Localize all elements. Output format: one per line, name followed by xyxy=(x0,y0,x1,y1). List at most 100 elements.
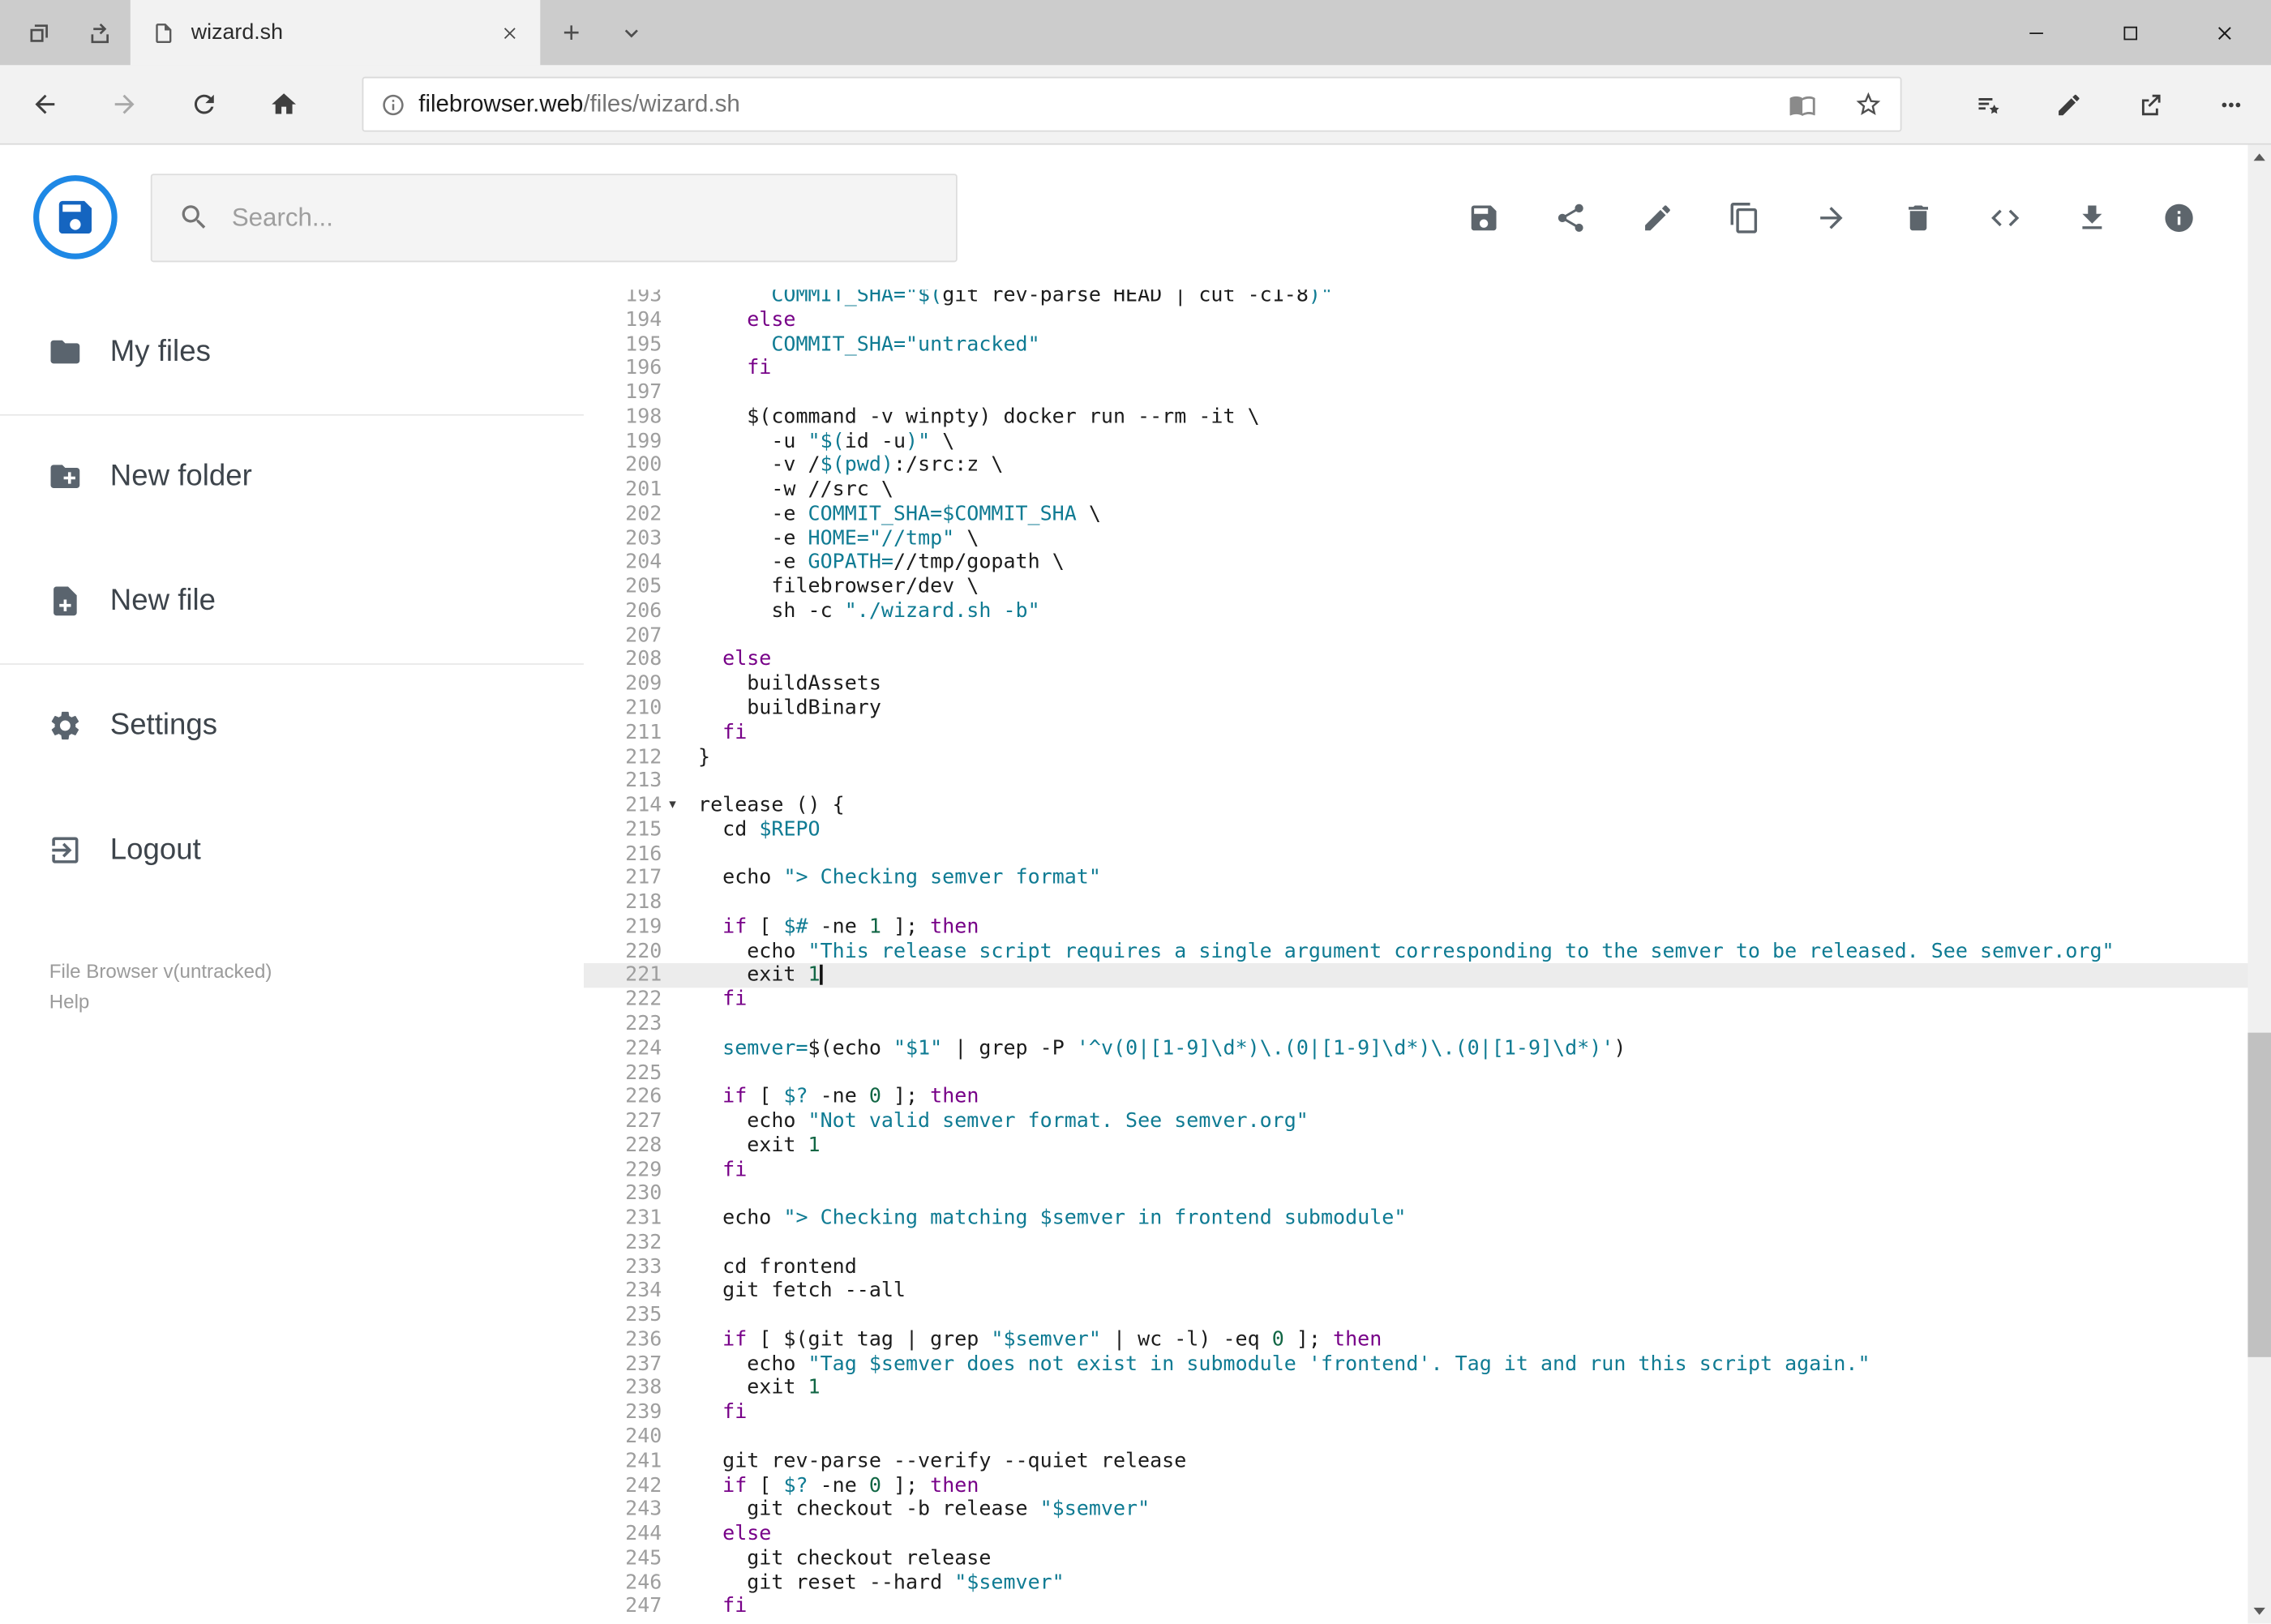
code-line[interactable]: 205 filebrowser/dev \ xyxy=(584,576,2271,600)
code-line[interactable]: 204 -e GOPATH=//tmp/gopath \ xyxy=(584,551,2271,576)
code-line[interactable]: 224 semver=$(echo "$1" | grep -P '^v(0|[… xyxy=(584,1037,2271,1061)
site-info-button[interactable] xyxy=(381,92,405,116)
code-line[interactable]: 196 fi xyxy=(584,357,2271,381)
code-line[interactable]: 222 fi xyxy=(584,988,2271,1013)
move-button[interactable] xyxy=(1815,200,1848,234)
code-line[interactable]: 233 cd frontend xyxy=(584,1255,2271,1279)
code-line[interactable]: 213 xyxy=(584,769,2271,794)
copy-button[interactable] xyxy=(1728,200,1761,234)
code-line[interactable]: 226 if [ $? -ne 0 ]; then xyxy=(584,1085,2271,1109)
code-line[interactable]: 223 xyxy=(584,1013,2271,1037)
scroll-up-button[interactable] xyxy=(2247,145,2271,169)
code-line[interactable]: 199 -u "$(id -u)" \ xyxy=(584,430,2271,454)
maximize-button[interactable] xyxy=(2083,0,2177,65)
more-button[interactable] xyxy=(2190,65,2271,143)
code-editor[interactable]: 193 COMMIT_SHA="$(git rev-parse HEAD | c… xyxy=(583,289,2271,1623)
forward-button[interactable] xyxy=(84,65,164,143)
help-link[interactable]: Help xyxy=(49,986,584,1017)
scroll-down-button[interactable] xyxy=(2247,1599,2271,1623)
code-line[interactable]: 231 echo "> Checking matching $semver in… xyxy=(584,1206,2271,1231)
code-line[interactable]: 215 cd $REPO xyxy=(584,818,2271,842)
tab-preview-toggle[interactable] xyxy=(601,0,662,65)
search-box[interactable] xyxy=(150,173,958,262)
code-line[interactable]: 210 buildBinary xyxy=(584,696,2271,721)
code-line[interactable]: 211 fi xyxy=(584,721,2271,745)
sidebar-item-new-file[interactable]: New file xyxy=(0,539,584,663)
code-line[interactable]: 207 xyxy=(584,623,2271,648)
code-line[interactable]: 203 -e HOME="//tmp" \ xyxy=(584,527,2271,551)
code-line[interactable]: 208 else xyxy=(584,648,2271,672)
code-line[interactable]: 227 echo "Not valid semver format. See s… xyxy=(584,1109,2271,1133)
code-line[interactable]: 220 echo "This release script requires a… xyxy=(584,940,2271,964)
code-line[interactable]: 218 xyxy=(584,891,2271,915)
code-line[interactable]: 230 xyxy=(584,1182,2271,1206)
back-button[interactable] xyxy=(4,65,84,143)
minimize-button[interactable] xyxy=(1989,0,2083,65)
code-line[interactable]: 244 else xyxy=(584,1523,2271,1547)
code-line[interactable]: 216 xyxy=(584,842,2271,867)
sidebar-item-my-files[interactable]: My files xyxy=(0,289,584,413)
download-button[interactable] xyxy=(2076,200,2109,234)
code-line[interactable]: 247 fi xyxy=(584,1595,2271,1619)
favorites-hub-button[interactable] xyxy=(1947,65,2028,143)
scrollbar[interactable] xyxy=(2247,144,2271,1624)
info-button[interactable] xyxy=(2162,200,2196,234)
fold-marker[interactable]: ▾ xyxy=(662,794,698,818)
rename-button[interactable] xyxy=(1641,200,1674,234)
code-line[interactable]: 240 xyxy=(584,1425,2271,1450)
code-line[interactable]: 194 else xyxy=(584,308,2271,332)
code-line[interactable]: 239 fi xyxy=(584,1401,2271,1425)
code-line[interactable]: 236 if [ $(git tag | grep "$semver" | wc… xyxy=(584,1328,2271,1352)
tabs-set-aside-list-button[interactable] xyxy=(9,0,70,65)
code-line[interactable]: 201 -w //src \ xyxy=(584,478,2271,503)
refresh-button[interactable] xyxy=(164,65,243,143)
code-line[interactable]: 193 COMMIT_SHA="$(git rev-parse HEAD | c… xyxy=(584,289,2271,308)
tab-close-button[interactable] xyxy=(494,17,525,49)
code-line[interactable]: 202 -e COMMIT_SHA=$COMMIT_SHA \ xyxy=(584,503,2271,527)
browser-tab[interactable]: wizard.sh xyxy=(130,0,541,66)
code-line[interactable]: 197 xyxy=(584,381,2271,405)
code-line[interactable]: 198 $(command -v winpty) docker run --rm… xyxy=(584,405,2271,430)
fold-marker xyxy=(662,503,698,527)
code-line[interactable]: 200 -v /$(pwd):/src:z \ xyxy=(584,454,2271,478)
annotate-button[interactable] xyxy=(2028,65,2109,143)
code-line[interactable]: 241 git rev-parse --verify --quiet relea… xyxy=(584,1450,2271,1474)
delete-button[interactable] xyxy=(1901,200,1935,234)
code-line[interactable]: 212} xyxy=(584,745,2271,769)
code-line[interactable]: 228 exit 1 xyxy=(584,1133,2271,1158)
new-tab-button[interactable] xyxy=(540,0,601,65)
code-line[interactable]: 221 exit 1 xyxy=(583,963,2271,988)
scrollbar-thumb[interactable] xyxy=(2247,1031,2271,1358)
code-line[interactable]: 217 echo "> Checking semver format" xyxy=(584,867,2271,891)
sidebar-item-new-folder[interactable]: New folder xyxy=(0,415,584,539)
code-line[interactable]: 195 COMMIT_SHA="untracked" xyxy=(584,332,2271,357)
code-line[interactable]: 238 exit 1 xyxy=(584,1377,2271,1401)
code-line[interactable]: 246 git reset --hard "$semver" xyxy=(584,1570,2271,1595)
url-box[interactable]: filebrowser.web/files/wizard.sh xyxy=(362,76,1902,132)
code-line[interactable]: 243 git checkout -b release "$semver" xyxy=(584,1498,2271,1523)
share-page-button[interactable] xyxy=(2109,65,2190,143)
code-line[interactable]: 235 xyxy=(584,1304,2271,1328)
code-line[interactable]: 232 xyxy=(584,1231,2271,1255)
raw-code-button[interactable] xyxy=(1989,200,2022,234)
code-line[interactable]: 242 if [ $? -ne 0 ]; then xyxy=(584,1474,2271,1498)
sidebar-item-settings[interactable]: Settings xyxy=(0,664,584,788)
search-input[interactable] xyxy=(231,202,930,233)
code-line[interactable]: 234 git fetch --all xyxy=(584,1279,2271,1304)
save-button[interactable] xyxy=(1468,200,1501,234)
code-line[interactable]: 237 echo "Tag $semver does not exist in … xyxy=(584,1352,2271,1377)
share-button[interactable] xyxy=(1554,200,1588,234)
favorite-star-button[interactable] xyxy=(1854,90,1883,119)
code-line[interactable]: 214 ▾ release () { xyxy=(584,794,2271,818)
code-line[interactable]: 245 git checkout release xyxy=(584,1546,2271,1570)
set-tabs-aside-button[interactable] xyxy=(70,0,131,65)
code-line[interactable]: 225 xyxy=(584,1061,2271,1086)
close-window-button[interactable] xyxy=(2177,0,2271,65)
code-line[interactable]: 219 if [ $# -ne 1 ]; then xyxy=(584,915,2271,940)
home-button[interactable] xyxy=(243,65,323,143)
reading-view-button[interactable] xyxy=(1789,91,1816,118)
code-line[interactable]: 229 fi xyxy=(584,1158,2271,1182)
sidebar-item-logout[interactable]: Logout xyxy=(0,788,584,912)
code-line[interactable]: 209 buildAssets xyxy=(584,672,2271,696)
code-line[interactable]: 206 sh -c "./wizard.sh -b" xyxy=(584,599,2271,623)
